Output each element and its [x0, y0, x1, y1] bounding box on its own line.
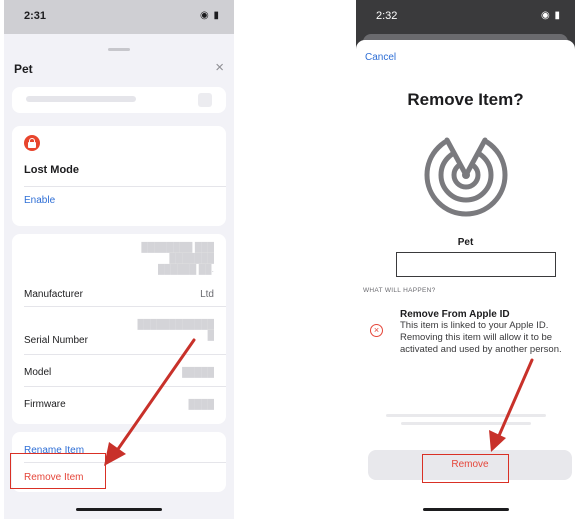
- blurred-serial-text: ████████████ █: [137, 319, 214, 340]
- blurred-model-value: █████: [182, 367, 214, 377]
- lost-mode-label: Lost Mode: [24, 164, 79, 176]
- remove-item-sheet: Cancel Remove Item? Pet WHAT WILL HAPPEN…: [356, 40, 575, 519]
- enable-lost-mode-link[interactable]: Enable: [24, 195, 55, 206]
- divider: [24, 354, 226, 355]
- status-time: 2:32: [376, 10, 398, 22]
- home-indicator: [422, 508, 509, 511]
- left-phone-screen: 2:31 ◉ ▮ Pet × Lost Mode Enable ████████…: [4, 0, 234, 519]
- firmware-label: Firmware: [24, 399, 66, 410]
- sheet-title: Pet: [14, 62, 33, 76]
- status-bar: 2:32 ◉ ▮: [356, 0, 575, 34]
- remove-item-highlight-box: [10, 453, 106, 489]
- model-label: Model: [24, 367, 52, 378]
- blurred-row: [12, 87, 226, 113]
- blurred-text: [26, 96, 136, 102]
- home-indicator: [76, 508, 162, 511]
- wifi-battery-icon: ◉ ▮: [540, 10, 561, 21]
- wifi-battery-icon: ◉ ▮: [199, 10, 220, 21]
- radar-tracker-icon: [424, 132, 508, 217]
- blurred-firmware-value: ████: [188, 399, 214, 409]
- cancel-button[interactable]: Cancel: [365, 52, 396, 63]
- blurred-icon: [198, 93, 212, 107]
- lock-icon: [24, 135, 40, 151]
- right-phone-screen: 2:32 ◉ ▮ Cancel Remove Item? Pet WHAT WI…: [356, 0, 575, 519]
- sheet-grabber[interactable]: [108, 48, 130, 51]
- status-bar: 2:31 ◉ ▮: [4, 0, 234, 34]
- divider: [24, 386, 226, 387]
- divider: [24, 306, 226, 307]
- blurred-footnote: [380, 414, 552, 430]
- divider: [24, 186, 226, 187]
- section-heading: WHAT WILL HAPPEN?: [363, 287, 436, 294]
- consequence-title: Remove From Apple ID: [400, 309, 510, 320]
- consequence-description: This item is linked to your Apple ID. Re…: [400, 320, 562, 355]
- manufacturer-value: Ltd: [200, 289, 214, 300]
- manufacturer-label: Manufacturer: [24, 289, 83, 300]
- serial-number-label: Serial Number: [24, 335, 88, 346]
- status-time: 2:31: [24, 10, 47, 22]
- item-info-card: ████████ ███ ███████ ██████ ██. Manufactur…: [12, 234, 226, 424]
- lost-mode-card: Lost Mode Enable: [12, 126, 226, 226]
- remove-button-highlight-box: [422, 454, 509, 483]
- item-detail-sheet: Pet × Lost Mode Enable ████████ ███ █████…: [4, 40, 234, 519]
- redacted-field-box: [396, 252, 556, 277]
- item-name: Pet: [457, 237, 474, 248]
- remove-item-title: Remove Item?: [407, 90, 524, 109]
- x-circle-icon: ×: [370, 324, 383, 337]
- blurred-manufacturer-text: ████████ ███ ███████ ██████ ██.: [141, 242, 214, 274]
- close-icon[interactable]: ×: [215, 59, 224, 76]
